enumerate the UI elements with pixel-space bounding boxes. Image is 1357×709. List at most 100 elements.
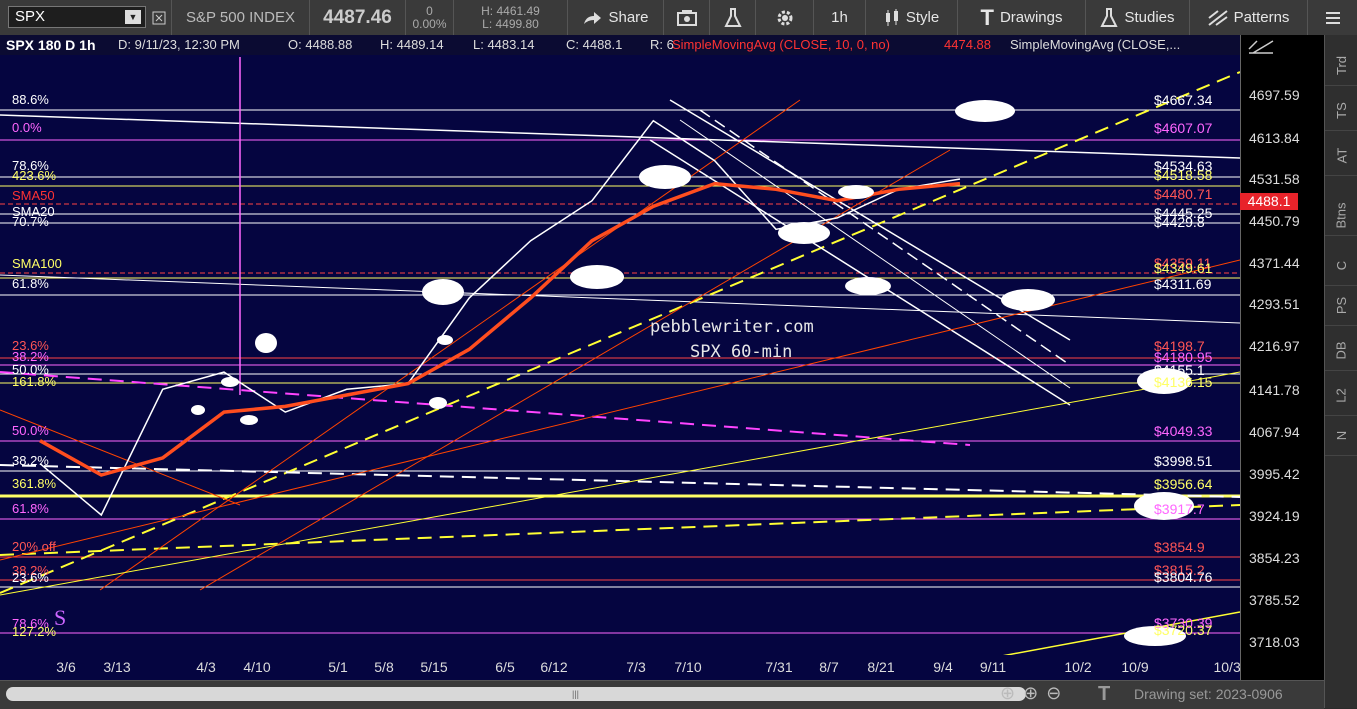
price-level-label: $4136.15 (1154, 374, 1213, 390)
highlight-oval (422, 279, 464, 305)
sma2-label[interactable]: SimpleMovingAvg (CLOSE,... (1010, 37, 1180, 52)
info-close: C: 4488.1 (566, 37, 623, 52)
side-tab-ps[interactable]: PS (1325, 285, 1357, 326)
side-tab-c[interactable]: C (1325, 245, 1357, 286)
zoom-out-icon[interactable]: ⊖ (1046, 683, 1061, 704)
x-tick-label: 5/15 (420, 659, 448, 675)
y-axis[interactable]: 4697.59 4613.84 4531.58 4450.79 4371.44 4293.… (1240, 35, 1325, 680)
side-tab-btns[interactable]: Btns (1325, 195, 1357, 236)
highlight-oval (240, 415, 258, 425)
flask-icon[interactable] (710, 0, 756, 35)
fib-label-left: 50.0% (12, 423, 49, 438)
drawings-label: Drawings (999, 9, 1063, 26)
snapshot-icon[interactable] (664, 0, 710, 35)
side-tab-l2[interactable]: L2 (1325, 375, 1357, 416)
chart-canvas[interactable]: 88.6% 0.0% 78.6% 423.6% SMA50 SMA20 70.7% SMA10… (0, 55, 1240, 680)
trend-line (0, 259, 1240, 561)
price-line (39, 119, 961, 517)
low-value: L: 4499.80 (482, 16, 539, 31)
side-tab-trd[interactable]: Trd (1325, 45, 1357, 86)
price-level-label: $4607.07 (1154, 120, 1213, 136)
patterns-label: Patterns (1233, 9, 1290, 26)
change-percent: 0.00% (412, 16, 447, 31)
side-tab-db[interactable]: DB (1325, 330, 1357, 371)
timeframe-button[interactable]: 1h (814, 0, 866, 35)
watermark-line1: pebblewriter.com (650, 317, 814, 337)
change-block: 0 0.00% (406, 0, 454, 35)
highlight-oval (429, 397, 447, 409)
fib-label-left: 127.2% (12, 624, 57, 639)
studies-button[interactable]: Studies (1086, 0, 1190, 35)
crosshair-icon[interactable]: ⊕ (1000, 683, 1015, 704)
s-marker: S (54, 605, 67, 630)
price-level-label: $4311.69 (1154, 276, 1212, 292)
drawings-button[interactable]: T Drawings (958, 0, 1086, 35)
gear-icon[interactable] (756, 0, 814, 35)
fib-label-left: 61.8% (12, 276, 49, 291)
side-tab-ts[interactable]: TS (1325, 90, 1357, 131)
trend-line (199, 149, 951, 591)
price-level-label: $3998.51 (1154, 453, 1213, 469)
x-tick-label: 3/6 (56, 659, 76, 675)
y-tick-label: 3785.52 (1249, 592, 1300, 608)
price-level-label: $4518.58 (1154, 167, 1213, 183)
x-tick-label: 5/8 (374, 659, 394, 675)
info-r: R: 6 (650, 37, 674, 52)
highlight-oval (570, 265, 624, 289)
y-tick-label: 3718.03 (1249, 634, 1300, 650)
fib-label-left: 70.7% (12, 214, 49, 229)
fib-label-left: 423.6% (12, 168, 57, 183)
symbol-selector[interactable]: SPX ▼ (8, 6, 146, 28)
style-button[interactable]: Style (866, 0, 958, 35)
share-button[interactable]: Share (568, 0, 664, 35)
y-tick-label: 4067.94 (1249, 424, 1300, 440)
zoom-in-icon[interactable]: ⊕ (1023, 683, 1038, 704)
info-high: H: 4489.14 (380, 37, 444, 52)
fib-label-left: 38.2% (12, 453, 49, 468)
patterns-button[interactable]: Patterns (1190, 0, 1308, 35)
price-level-label: $3917.7 (1154, 501, 1205, 517)
price-level-label: $4429.8 (1154, 214, 1205, 230)
fib-label-left: 361.8% (12, 476, 57, 491)
info-open: O: 4488.88 (288, 37, 353, 52)
horizontal-scrollbar[interactable]: ||| (6, 687, 1026, 701)
x-tick-label: 7/10 (674, 659, 702, 675)
trend-line (0, 114, 1240, 159)
side-tab-n[interactable]: N (1325, 415, 1357, 456)
candles-icon (885, 8, 898, 26)
fib-label-left: 23.6% (12, 570, 49, 585)
fib-label-left: SMA50 (12, 188, 55, 203)
price-level-label: $4349.61 (1154, 260, 1213, 276)
drawing-tool-icon[interactable]: T (1098, 683, 1110, 706)
fib-label-left: 20% off (12, 539, 56, 554)
current-price-badge: 4488.1 (1240, 193, 1298, 210)
trend-line (0, 464, 1240, 498)
price-level-label: $4667.34 (1154, 92, 1213, 108)
share-icon (584, 11, 602, 24)
x-tick-label: 9/11 (979, 659, 1007, 675)
chart-info-bar: SPX 180 D 1h D: 9/11/23, 12:30 PM O: 448… (0, 35, 1240, 55)
menu-icon[interactable] (1308, 0, 1357, 35)
sma1-label[interactable]: SimpleMovingAvg (CLOSE, 10, 0, no) (672, 37, 890, 52)
close-icon[interactable] (146, 0, 172, 35)
y-tick-label: 3924.19 (1249, 508, 1300, 524)
price-level-label: $4480.71 (1154, 186, 1213, 202)
fib-label-left: 88.6% (12, 92, 49, 107)
chevron-down-icon[interactable]: ▼ (125, 10, 141, 24)
y-tick-label: 4531.58 (1249, 171, 1300, 187)
x-tick-label: 9/4 (933, 659, 953, 675)
info-low: L: 4483.14 (473, 37, 535, 52)
x-tick-label: 6/12 (540, 659, 568, 675)
x-tick-label: 4/3 (196, 659, 216, 675)
fib-label-left: SMA100 (12, 256, 62, 271)
price-level-label: $3956.64 (1154, 476, 1213, 492)
highlight-oval (191, 405, 205, 415)
price-level-label: $4049.33 (1154, 423, 1213, 439)
top-toolbar: SPX ▼ S&P 500 INDEX 4487.46 0 0.00% H: 4… (0, 0, 1357, 36)
sma1-value: 4474.88 (944, 37, 991, 52)
auto-scale-icon[interactable] (1247, 37, 1277, 57)
side-tab-at[interactable]: AT (1325, 135, 1357, 176)
y-tick-label: 4216.97 (1249, 338, 1300, 354)
drawing-set-label[interactable]: Drawing set: 2023-0906 (1134, 686, 1283, 702)
x-tick-label: 3/13 (103, 659, 131, 675)
